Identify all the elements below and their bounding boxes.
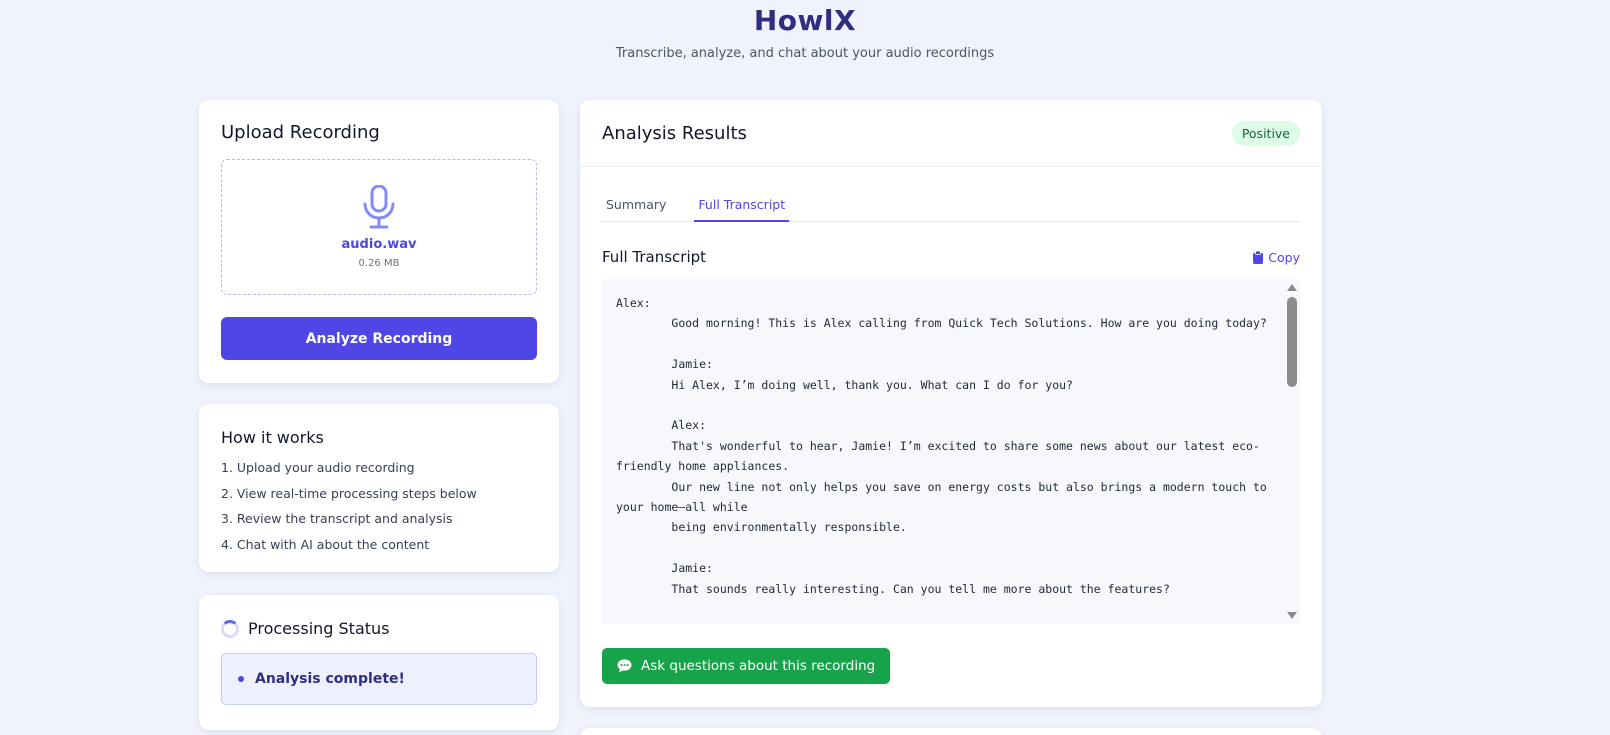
file-dropzone[interactable]: audio.wav 0.26 MB xyxy=(221,159,537,295)
transcript-box[interactable]: Alex: Good morning! This is Alex calling… xyxy=(602,279,1300,624)
analyze-button[interactable]: Analyze Recording xyxy=(221,317,537,360)
file-name: audio.wav xyxy=(341,237,417,252)
scroll-down-arrow-icon[interactable] xyxy=(1287,612,1297,619)
next-card xyxy=(580,728,1322,735)
how-it-works-title: How it works xyxy=(221,428,324,447)
transcript-title: Full Transcript xyxy=(602,248,707,266)
sentiment-badge: Positive xyxy=(1231,120,1300,146)
tab-summary[interactable]: Summary xyxy=(602,191,670,222)
results-tabs: Summary Full Transcript xyxy=(602,191,1300,222)
how-step: 1. Upload your audio recording xyxy=(221,460,415,475)
copy-button[interactable]: Copy xyxy=(1253,250,1300,265)
ask-questions-button[interactable]: Ask questions about this recording xyxy=(602,648,891,684)
how-step: 2. View real-time processing steps below xyxy=(221,485,477,501)
how-it-works-card: How it works 1. Upload your audio record… xyxy=(199,404,559,572)
results-title: Analysis Results xyxy=(602,122,747,144)
tab-full-transcript[interactable]: Full Transcript xyxy=(694,191,790,222)
app-title: HowlX xyxy=(753,4,857,37)
clipboard-icon xyxy=(1253,250,1264,264)
status-message-box: Analysis complete! xyxy=(221,653,537,705)
how-step: 4. Chat with AI about the content xyxy=(221,536,430,552)
status-message: Analysis complete! xyxy=(255,671,405,687)
file-size: 0.26 MB xyxy=(358,258,400,269)
processing-status-card: Processing Status Analysis complete! xyxy=(199,595,559,730)
chat-bubble-icon xyxy=(617,659,632,673)
microphone-icon xyxy=(363,185,395,229)
processing-title: Processing Status xyxy=(248,619,390,638)
bullet-icon xyxy=(238,676,244,682)
spinner-icon xyxy=(221,619,239,638)
app-subtitle: Transcribe, analyze, and chat about your… xyxy=(615,46,995,61)
upload-card: Upload Recording audio.wav 0.26 MB Analy… xyxy=(199,100,559,383)
analysis-results-card: Analysis Results Positive Summary Full T… xyxy=(580,100,1322,707)
copy-label: Copy xyxy=(1268,249,1300,265)
scroll-up-arrow-icon[interactable] xyxy=(1287,284,1297,291)
transcript-text: Alex: Good morning! This is Alex calling… xyxy=(616,296,1267,596)
how-step: 3. Review the transcript and analysis xyxy=(221,511,453,526)
app-header: HowlX Transcribe, analyze, and chat abou… xyxy=(0,0,1610,61)
scrollbar-thumb[interactable] xyxy=(1287,297,1297,387)
ask-questions-label: Ask questions about this recording xyxy=(641,658,876,674)
upload-title: Upload Recording xyxy=(221,122,380,143)
